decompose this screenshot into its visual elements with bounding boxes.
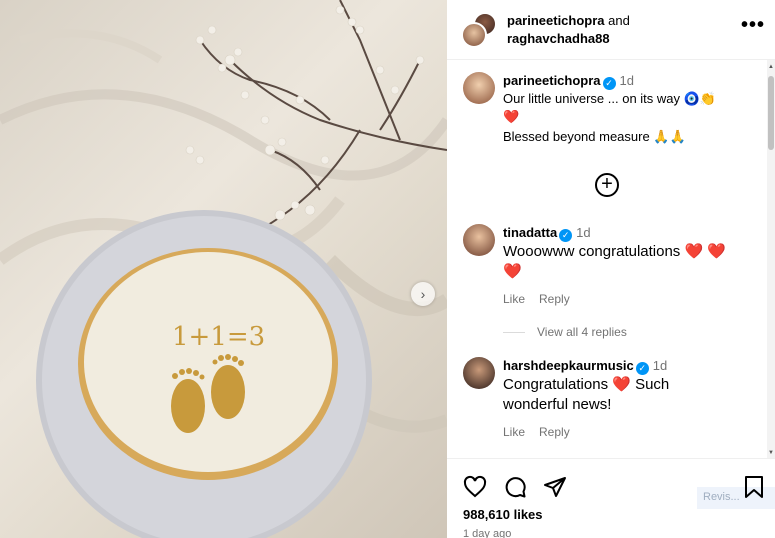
avatar[interactable] bbox=[463, 224, 495, 256]
post-footer: Revis... 988,610 likes 1 day ago bbox=[447, 458, 775, 538]
post-image: 1+1=3 › bbox=[0, 0, 447, 538]
comment-actions: Like Reply bbox=[503, 425, 761, 439]
caption-line3: Blessed beyond measure 🙏🙏 bbox=[503, 129, 686, 144]
reply-button[interactable]: Reply bbox=[539, 292, 570, 306]
collab-avatars[interactable] bbox=[461, 12, 497, 48]
like-comment-button[interactable]: Like bbox=[503, 292, 525, 306]
caption-username[interactable]: parineetichopra bbox=[503, 73, 601, 88]
comment-time[interactable]: 1d bbox=[653, 358, 667, 373]
comment-username[interactable]: harshdeepkaurmusic bbox=[503, 358, 634, 373]
scroll-down-icon[interactable]: ▼ bbox=[768, 450, 774, 456]
avatar bbox=[461, 22, 487, 48]
next-image-button[interactable]: › bbox=[411, 282, 435, 306]
comment-text-line2: ❤️ bbox=[503, 263, 522, 280]
caption-line1: Our little universe ... on its way 🧿👏 bbox=[503, 91, 716, 106]
scroll-up-icon[interactable]: ▲ bbox=[768, 64, 774, 70]
heart-icon[interactable] bbox=[463, 475, 487, 499]
load-more-comments-icon[interactable]: + bbox=[595, 173, 619, 197]
post-header: parineetichopra and raghavchadha88 ••• bbox=[447, 0, 775, 60]
verified-badge-icon: ✓ bbox=[559, 229, 573, 242]
reply-button[interactable]: Reply bbox=[539, 425, 570, 439]
chevron-right-icon: › bbox=[420, 286, 426, 302]
comment-icon[interactable] bbox=[503, 475, 527, 499]
caption-body: parineetichopra ✓ 1d Our little universe .… bbox=[503, 72, 761, 146]
scrollbar-thumb[interactable] bbox=[768, 76, 774, 150]
share-icon[interactable] bbox=[543, 475, 567, 499]
likes-count[interactable]: 988,610 likes bbox=[463, 507, 543, 522]
header-user1[interactable]: parineetichopra bbox=[507, 13, 605, 28]
like-comment-button[interactable]: Like bbox=[503, 425, 525, 439]
cake-text: 1+1=3 bbox=[172, 322, 265, 352]
bookmark-icon[interactable] bbox=[743, 475, 765, 499]
comments-scrollbar[interactable]: ▲ ▼ bbox=[767, 60, 775, 458]
comment-time[interactable]: 1d bbox=[576, 225, 590, 240]
header-conjunction: and bbox=[604, 13, 630, 28]
cake-photo-illustration: 1+1=3 bbox=[0, 0, 447, 538]
comment-text-line1: Congratulations ❤️ Such bbox=[503, 376, 670, 393]
comments-list: parineetichopra ✓ 1d Our little universe .… bbox=[447, 60, 767, 458]
comment-body: tinadatta ✓ 1d Wooowww congratulations ❤️ … bbox=[503, 224, 761, 306]
comment-text-line2: wonderful news! bbox=[503, 396, 612, 413]
view-replies-button[interactable]: View all 4 replies bbox=[503, 325, 627, 339]
verified-badge-icon: ✓ bbox=[635, 362, 649, 375]
avatar[interactable] bbox=[463, 357, 495, 389]
comment-username[interactable]: tinadatta bbox=[503, 225, 557, 240]
header-usernames: parineetichopra and raghavchadha88 bbox=[507, 12, 630, 48]
verified-badge-icon: ✓ bbox=[602, 77, 616, 90]
avatar[interactable] bbox=[463, 72, 495, 104]
header-user2[interactable]: raghavchadha88 bbox=[507, 31, 610, 46]
comment-text-line1: Wooowww congratulations ❤️ ❤️ bbox=[503, 243, 727, 260]
post-side-panel: parineetichopra and raghavchadha88 ••• p… bbox=[447, 0, 775, 538]
more-options-icon[interactable]: ••• bbox=[741, 14, 765, 37]
caption-line2: ❤️ bbox=[503, 109, 520, 124]
caption-time[interactable]: 1d bbox=[620, 73, 634, 88]
comment-body: harshdeepkaurmusic ✓ 1d Congratulations ❤️… bbox=[503, 357, 761, 439]
post-date: 1 day ago bbox=[463, 528, 512, 538]
comment-actions: Like Reply bbox=[503, 292, 761, 306]
